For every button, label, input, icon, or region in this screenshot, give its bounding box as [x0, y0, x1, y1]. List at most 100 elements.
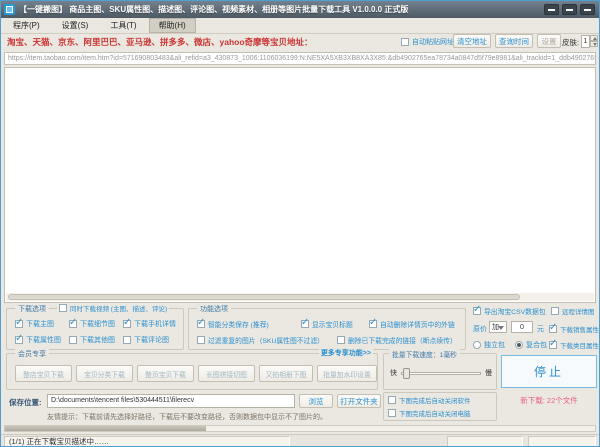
price-op-select[interactable]: 加: [489, 321, 507, 333]
downloaded-count: 新下载: 22个文件: [501, 395, 597, 406]
show-title-checkbox[interactable]: 显示宝贝标题: [301, 319, 353, 329]
stop-button[interactable]: 停止: [501, 355, 597, 388]
auto-close-pc-checkbox[interactable]: 下图完成后自动关闭电脑: [388, 408, 471, 418]
checkbox-icon: [388, 396, 396, 404]
more-member-features-link[interactable]: 更多专享功能>>: [319, 348, 373, 358]
skin-label: 皮肤:: [562, 37, 579, 48]
dropdown-arrow-icon: [498, 326, 504, 330]
download-mobile-detail-checkbox[interactable]: 下载手机详情: [123, 319, 176, 329]
remove-external-links-checkbox[interactable]: 自动删除详情页中的外链: [369, 319, 455, 329]
radio-icon: [515, 341, 523, 349]
maximize-button[interactable]: [562, 4, 577, 15]
skin-spinner-down-icon[interactable]: [590, 41, 598, 47]
checkbox-icon: [551, 307, 559, 315]
status-message: (1/1) 正在下载宝贝描述中……: [4, 436, 290, 447]
checkbox-icon: [197, 336, 205, 344]
friendly-hint: 友情提示：下载前请先选择好路径，下载后不要改变路径，否则数据包中显示不了图片的。: [47, 412, 327, 422]
checkbox-icon: [473, 307, 481, 315]
download-detail-image-checkbox[interactable]: 下载细节图: [69, 319, 115, 329]
maximize-icon: [566, 9, 573, 11]
save-location-label: 保存位置:: [9, 397, 42, 408]
status-panel: [447, 436, 523, 447]
checkbox-icon: [549, 325, 557, 333]
auto-close-app-checkbox[interactable]: 下图完成后自动关闭软件: [388, 395, 471, 405]
speed-fast-label: 快: [390, 368, 397, 378]
download-options-group: 下载选项 同时下载视频 (主图、描述、评论) 下载主图 下载细节图 下载手机详情…: [6, 308, 184, 350]
single-pack-radio[interactable]: 独立包: [473, 340, 505, 350]
checkbox-icon: [369, 320, 377, 328]
member-group: 会员专享 更多专享功能>> 整店宝贝下载 宝贝分类下载 整页宝贝下载 长图拼接切…: [6, 353, 378, 390]
radio-icon: [473, 341, 481, 349]
skin-spinner[interactable]: 1: [581, 35, 597, 48]
price-unit-label: 元: [537, 324, 544, 334]
menu-settings[interactable]: 设置(S): [52, 18, 99, 33]
app-window: 【一键搬图】 商品主图、SKU属性图、描述图、评论图、视频素材、相册等图片批量下…: [0, 0, 600, 447]
download-main-image-checkbox[interactable]: 下载主图: [15, 319, 54, 329]
checkbox-icon: [337, 336, 345, 344]
member-caption: 会员专享: [15, 349, 49, 359]
checkbox-icon: [401, 38, 409, 46]
url-list[interactable]: [4, 67, 596, 303]
skin-value[interactable]: 1: [581, 35, 590, 48]
url-input[interactable]: https://item.taobao.com/item.htm?id=5716…: [4, 52, 596, 65]
close-icon: [584, 9, 591, 11]
download-sales-attr-checkbox[interactable]: 下载销售属性: [549, 324, 599, 334]
status-bar: (1/1) 正在下载宝贝描述中……: [1, 434, 599, 447]
composite-pack-radio[interactable]: 复合包: [515, 340, 547, 350]
whole-page-download-button[interactable]: 整页宝贝下载: [137, 365, 194, 382]
whole-store-download-button[interactable]: 整店宝贝下载: [15, 365, 72, 382]
function-options-group: 功能选项 智能分类保存 (推荐) 显示宝贝标题 自动删除详情页中的外链 过滤重复…: [188, 308, 466, 350]
category-download-button[interactable]: 宝贝分类下载: [76, 365, 133, 382]
download-other-image-checkbox[interactable]: 下载其他图: [69, 335, 115, 345]
smart-save-checkbox[interactable]: 智能分类保存 (推荐): [197, 319, 269, 329]
batch-watermark-button[interactable]: 批量加水印设置: [317, 365, 377, 382]
minimize-icon: [548, 9, 555, 11]
auto-paste-checkbox[interactable]: 自动粘贴网址: [401, 37, 454, 47]
download-category-attr-checkbox[interactable]: 下载类目属性: [549, 340, 599, 350]
speed-group: 批量下载速度：1毫秒 快 慢: [383, 353, 497, 390]
horizontal-scrollbar[interactable]: [6, 293, 594, 301]
price-label: 原价: [473, 324, 487, 334]
clear-address-button[interactable]: 清空地址: [453, 34, 491, 48]
checkbox-icon: [301, 320, 309, 328]
checkbox-icon: [15, 336, 23, 344]
checkbox-icon: [69, 336, 77, 344]
checkbox-icon: [197, 320, 205, 328]
yupoo-album-download-button[interactable]: 又拍相册下图: [259, 365, 313, 382]
remote-detail-checkbox[interactable]: 远程详情图: [551, 306, 595, 316]
window-title: 【一键搬图】 商品主图、SKU属性图、描述图、评论图、视频素材、相册等图片批量下…: [19, 4, 408, 15]
scrollbar-thumb[interactable]: [8, 294, 520, 300]
checkbox-icon: [123, 320, 131, 328]
address-title: 淘宝、天猫、京东、阿里巴巴、亚马逊、拼多多、微店、yahoo奇摩等宝贝地址：: [7, 36, 313, 48]
checkbox-icon: [59, 304, 67, 312]
close-button[interactable]: [580, 4, 595, 15]
menu-program[interactable]: 程序(P): [3, 18, 50, 33]
speed-slider-thumb[interactable]: [403, 368, 410, 379]
download-review-image-checkbox[interactable]: 下载评论图: [123, 335, 169, 345]
open-folder-button[interactable]: 打开文件夹: [337, 394, 381, 408]
save-path-input[interactable]: D:\documents\tencent files\530444511\fil…: [47, 394, 295, 408]
download-attr-image-checkbox[interactable]: 下载属性图: [15, 335, 61, 345]
status-panel: [528, 436, 596, 447]
app-icon: [4, 4, 15, 15]
query-time-button[interactable]: 查询时间: [495, 34, 533, 48]
checkbox-icon: [123, 336, 131, 344]
speed-slider-track[interactable]: [401, 372, 481, 375]
speed-slow-label: 慢: [485, 368, 492, 378]
download-video-checkbox[interactable]: 同时下载视频 (主图、描述、评论): [57, 303, 169, 313]
title-bar: 【一键搬图】 商品主图、SKU属性图、描述图、评论图、视频素材、相册等图片批量下…: [1, 1, 599, 18]
function-options-caption: 功能选项: [197, 304, 231, 314]
menu-help[interactable]: 帮助(H): [149, 18, 196, 33]
progress-bar: [4, 425, 596, 432]
menu-tools[interactable]: 工具(T): [100, 18, 146, 33]
progress-fill: [5, 426, 206, 431]
minimize-button[interactable]: [544, 4, 559, 15]
filter-duplicate-checkbox[interactable]: 过滤重复的图片（SKU属性图不过滤）: [197, 335, 324, 345]
remove-finished-links-checkbox[interactable]: 删除已下载完成的链接（断点续传）: [337, 335, 457, 345]
price-value-input[interactable]: 0: [511, 321, 533, 333]
checkbox-icon: [69, 320, 77, 328]
export-csv-checkbox[interactable]: 导出淘宝CSV数据包: [473, 306, 546, 316]
browse-button[interactable]: 浏览: [299, 394, 333, 408]
long-image-split-button[interactable]: 长图拼接切图: [198, 365, 255, 382]
settings-button[interactable]: 设置: [537, 34, 561, 48]
